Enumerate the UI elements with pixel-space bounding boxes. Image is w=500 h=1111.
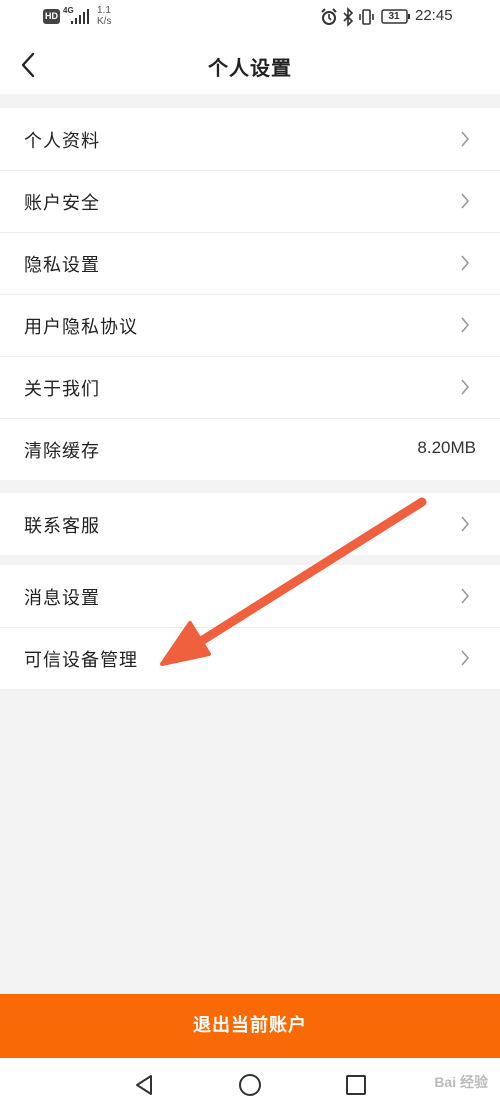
status-time: 22:45 bbox=[415, 7, 453, 24]
chevron-right-icon bbox=[461, 131, 470, 147]
settings-item-clear-cache[interactable]: 清除缓存 8.20MB bbox=[0, 418, 500, 480]
status-bar: HD 4G 1.1 K/s 31 22:45 bbox=[0, 0, 500, 36]
settings-item-about-us[interactable]: 关于我们 bbox=[0, 356, 500, 418]
settings-item-label: 用户隐私协议 bbox=[24, 317, 138, 338]
logout-button[interactable]: 退出当前账户 bbox=[0, 994, 500, 1058]
settings-item-label: 隐私设置 bbox=[24, 255, 100, 276]
settings-group-support: 联系客服 bbox=[0, 493, 500, 555]
speed-unit: K/s bbox=[97, 16, 112, 27]
signal-icon bbox=[71, 9, 89, 24]
chevron-right-icon bbox=[461, 650, 470, 666]
hd-badge: HD bbox=[43, 9, 60, 24]
bluetooth-icon bbox=[343, 7, 354, 27]
settings-item-privacy[interactable]: 隐私设置 bbox=[0, 232, 500, 294]
watermark: Bai 经验 bbox=[434, 1074, 488, 1090]
alarm-icon bbox=[321, 8, 337, 25]
chevron-right-icon bbox=[461, 588, 470, 604]
chevron-right-icon bbox=[461, 379, 470, 395]
settings-item-label: 个人资料 bbox=[24, 131, 100, 152]
settings-item-privacy-agreement[interactable]: 用户隐私协议 bbox=[0, 294, 500, 356]
nav-recent-icon[interactable] bbox=[343, 1072, 369, 1098]
vibrate-icon bbox=[359, 9, 374, 25]
nav-home-icon[interactable] bbox=[237, 1072, 263, 1098]
settings-item-customer-service[interactable]: 联系客服 bbox=[0, 493, 500, 555]
settings-item-profile[interactable]: 个人资料 bbox=[0, 108, 500, 170]
speed-value: 1.1 bbox=[97, 5, 111, 16]
battery-icon: 31 bbox=[381, 9, 411, 24]
settings-group-main: 个人资料 账户安全 隐私设置 用户隐私协议 关于我们 清除缓存 8.20MB bbox=[0, 108, 500, 480]
settings-item-label: 消息设置 bbox=[24, 588, 100, 609]
chevron-right-icon bbox=[461, 193, 470, 209]
settings-item-label: 关于我们 bbox=[24, 379, 100, 400]
chevron-right-icon bbox=[461, 516, 470, 532]
settings-item-label: 可信设备管理 bbox=[24, 650, 138, 671]
settings-item-account-security[interactable]: 账户安全 bbox=[0, 170, 500, 232]
battery-level: 31 bbox=[388, 11, 400, 22]
settings-item-message-settings[interactable]: 消息设置 bbox=[0, 565, 500, 627]
navigation-bar: Bai 经验 bbox=[0, 1058, 500, 1111]
chevron-right-icon bbox=[461, 317, 470, 333]
chevron-right-icon bbox=[461, 255, 470, 271]
page-title: 个人设置 bbox=[208, 56, 292, 80]
settings-item-label: 联系客服 bbox=[24, 516, 100, 537]
settings-item-label: 清除缓存 bbox=[24, 441, 100, 462]
nav-back-icon[interactable] bbox=[131, 1072, 157, 1098]
settings-item-label: 账户安全 bbox=[24, 193, 100, 214]
header: 个人设置 bbox=[0, 36, 500, 94]
network-speed: 1.1 K/s bbox=[97, 5, 111, 27]
settings-group-device: 消息设置 可信设备管理 bbox=[0, 565, 500, 689]
cache-size-value: 8.20MB bbox=[417, 438, 476, 457]
settings-item-trusted-devices[interactable]: 可信设备管理 bbox=[0, 627, 500, 689]
